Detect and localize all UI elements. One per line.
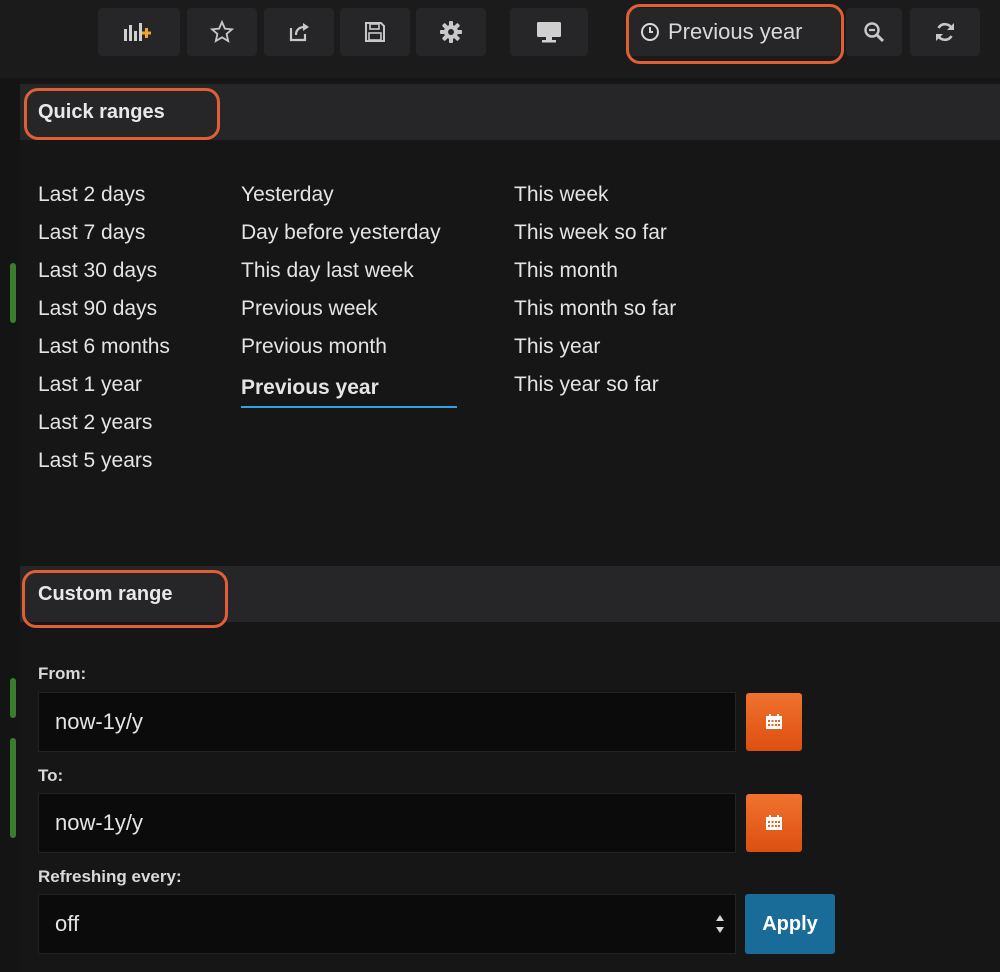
quick-range-item[interactable]: Last 5 years [38,442,170,480]
quick-ranges-column-3: This week This week so far This month Th… [514,176,676,404]
quick-ranges-header: Quick ranges [20,84,1000,140]
view-mode-button[interactable] [510,8,588,56]
background-graph-mark [10,263,16,323]
to-calendar-button[interactable] [746,794,802,852]
dashboard-navbar: Previous year [0,0,1000,78]
quick-ranges-title: Quick ranges [38,100,165,123]
background-graph-mark [10,738,16,838]
custom-range-header: Custom range [20,566,1000,622]
quick-range-item[interactable]: Last 6 months [38,328,170,366]
quick-range-item[interactable]: Previous month [241,328,457,366]
quick-range-item[interactable]: Last 2 years [38,404,170,442]
calendar-icon [766,815,782,830]
refresh-interval-select[interactable]: off [38,894,736,954]
quick-range-item[interactable]: This week so far [514,214,676,252]
custom-range-title: Custom range [38,582,173,605]
refresh-icon [936,22,954,42]
to-input[interactable] [38,793,736,853]
select-arrows-icon [716,915,724,933]
apply-button[interactable]: Apply [745,894,835,954]
quick-ranges-column-1: Last 2 days Last 7 days Last 30 days Las… [38,176,170,480]
from-label: From: [38,664,87,683]
time-picker-button[interactable]: Previous year [626,8,840,56]
monitor-icon [537,22,561,43]
star-button[interactable] [187,8,257,56]
add-panel-icon [124,23,151,41]
share-button[interactable] [264,8,334,56]
zoom-out-icon [864,22,885,43]
quick-range-item[interactable]: Last 30 days [38,252,170,290]
quick-range-item[interactable]: Day before yesterday [241,214,457,252]
settings-button[interactable] [416,8,486,56]
share-icon [289,23,309,42]
gear-icon [440,21,462,43]
save-icon [365,22,385,42]
to-label: To: [38,766,64,785]
quick-range-item[interactable]: Previous week [241,290,457,328]
time-picker-label: Previous year [668,19,803,44]
add-panel-button[interactable] [98,8,180,56]
clock-icon [641,23,659,41]
quick-range-item[interactable]: This month [514,252,676,290]
quick-ranges-column-2: Yesterday Day before yesterday This day … [241,176,457,408]
quick-range-item[interactable]: This day last week [241,252,457,290]
time-picker-dropdown: Quick ranges Last 2 days Last 7 days Las… [20,78,1000,972]
star-icon [210,20,234,43]
quick-range-item[interactable]: This year [514,328,676,366]
from-input[interactable] [38,692,736,752]
save-button[interactable] [340,8,410,56]
background-graph-mark [10,678,16,718]
quick-range-item[interactable]: Last 90 days [38,290,170,328]
quick-range-item[interactable]: Yesterday [241,176,457,214]
refresh-button[interactable] [910,8,980,56]
quick-range-item[interactable]: Last 1 year [38,366,170,404]
quick-range-item[interactable]: This month so far [514,290,676,328]
quick-range-item[interactable]: Last 2 days [38,176,170,214]
quick-range-item[interactable]: This week [514,176,676,214]
from-calendar-button[interactable] [746,693,802,751]
quick-range-item[interactable]: This year so far [514,366,676,404]
refresh-label: Refreshing every: [38,867,182,886]
refresh-interval-value: off [55,911,80,936]
quick-range-item[interactable]: Last 7 days [38,214,170,252]
quick-range-item-active[interactable]: Previous year [241,366,457,408]
dashboard-background [0,78,20,972]
zoom-out-button[interactable] [846,8,902,56]
calendar-icon [766,714,782,729]
